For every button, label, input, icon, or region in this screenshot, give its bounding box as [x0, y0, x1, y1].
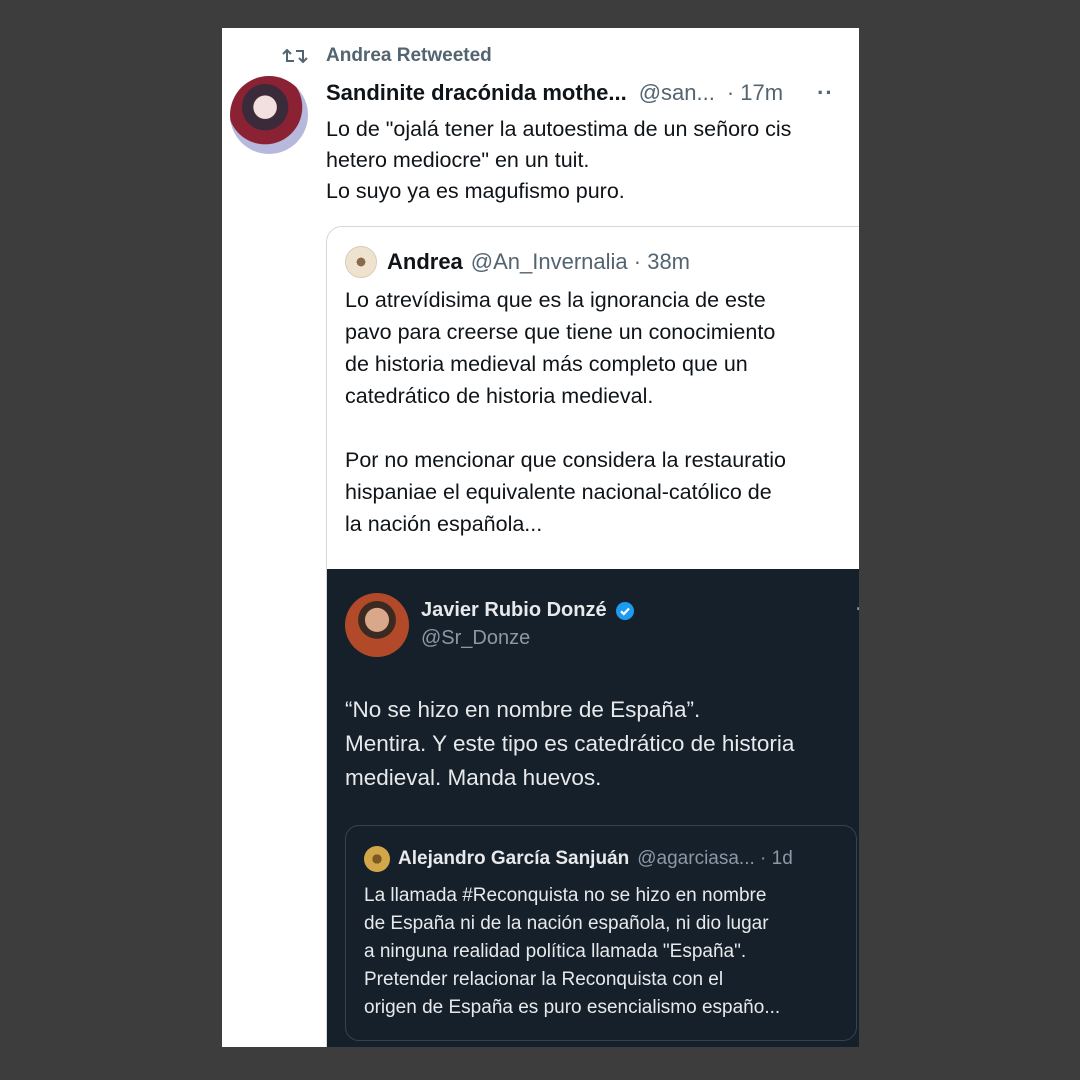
embedded-more-icon[interactable]: ··· — [856, 599, 859, 620]
inner-quote-header: Alejandro García Sanjuán @agarciasa... ·… — [364, 846, 793, 872]
tweet-card[interactable]: Andrea Retweeted Sandinite dracónida mot… — [222, 28, 859, 1047]
embedded-line: “No se hizo en nombre de España”. — [345, 697, 701, 722]
quote-line: Por no mencionar que considera la restau… — [345, 448, 787, 472]
tweet-text: Lo de "ojalá tener la autoestima de un s… — [326, 114, 851, 207]
verified-badge-icon — [615, 601, 634, 620]
inner-quote-handle-time[interactable]: @agarciasa... · 1d — [637, 848, 793, 870]
inner-quote-line: Pretender relacionar la Reconquista con … — [364, 969, 724, 990]
quote-line: hispaniae el equivalente nacional-católi… — [345, 480, 772, 504]
tweet-line: Lo de "ojalá tener la autoestima de un s… — [326, 117, 792, 141]
retweet-label: Andrea Retweeted — [326, 45, 492, 66]
quote-line: la nación española... — [345, 512, 543, 536]
quote-header: Andrea @An_Invernalia · 38m — [345, 246, 690, 278]
embedded-author-handle[interactable]: @Sr_Donze — [421, 627, 530, 650]
quote-avatar[interactable] — [345, 246, 377, 278]
quote-line: de historia medieval más completo que un — [345, 352, 748, 376]
more-options-icon[interactable]: ·· — [817, 80, 834, 106]
inner-quote-line: origen de España es puro esencialismo es… — [364, 997, 781, 1018]
inner-quote-line: a ninguna realidad política llamada "Esp… — [364, 941, 747, 962]
embedded-text: “No se hizo en nombre de España”. Mentir… — [345, 693, 859, 795]
quote-text: Lo atrevídisima que es la ignorancia de … — [345, 284, 859, 540]
retweet-icon — [282, 48, 308, 64]
author-handle[interactable]: @san... — [639, 80, 715, 106]
author-name[interactable]: Sandinite dracónida mothe... — [326, 80, 627, 106]
quote-handle-time[interactable]: @An_Invernalia · 38m — [471, 249, 690, 275]
inner-quote-avatar[interactable] — [364, 846, 390, 872]
inner-quote-line: La llamada #Reconquista no se hizo en no… — [364, 885, 767, 906]
inner-quote-line: de España ni de la nación española, ni d… — [364, 913, 769, 934]
embedded-avatar[interactable] — [345, 593, 409, 657]
tweet-header: Sandinite dracónida mothe... @san... · 1… — [326, 78, 859, 108]
embedded-line: medieval. Manda huevos. — [345, 765, 602, 790]
quote-line: catedrático de historia medieval. — [345, 384, 654, 408]
embedded-line: Mentira. Y este tipo es catedrático de h… — [345, 731, 795, 756]
embedded-name-row: Javier Rubio Donzé — [421, 599, 635, 622]
inner-quote-author-name[interactable]: Alejandro García Sanjuán — [398, 848, 629, 870]
quote-line: pavo para creerse que tiene un conocimie… — [345, 320, 776, 344]
retweet-indicator: Andrea Retweeted — [282, 42, 492, 70]
tweet-line: hetero mediocre" en un tuit. — [326, 148, 590, 172]
quoted-tweet[interactable]: Andrea @An_Invernalia · 38m Lo atrevídis… — [326, 226, 859, 1047]
author-avatar[interactable] — [230, 76, 308, 154]
embedded-author-name[interactable]: Javier Rubio Donzé — [421, 599, 607, 622]
quote-line: Lo atrevídisima que es la ignorancia de … — [345, 288, 766, 312]
embedded-screenshot[interactable]: Javier Rubio Donzé @Sr_Donze ··· “No se … — [327, 569, 859, 1047]
inner-quoted-tweet[interactable]: Alejandro García Sanjuán @agarciasa... ·… — [345, 825, 857, 1041]
tweet-line: Lo suyo ya es magufismo puro. — [326, 179, 625, 203]
tweet-time[interactable]: · 17m — [727, 80, 783, 106]
inner-quote-text: La llamada #Reconquista no se hizo en no… — [364, 882, 844, 1022]
quote-author-name[interactable]: Andrea — [387, 249, 463, 275]
